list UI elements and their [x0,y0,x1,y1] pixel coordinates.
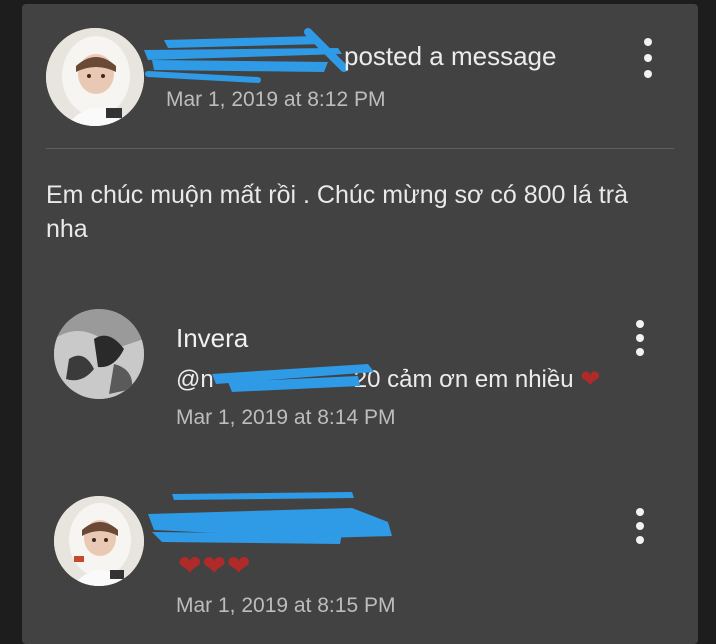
reply-author-avatar[interactable] [54,309,144,399]
reply-menu-icon[interactable] [628,508,652,550]
post-menu-icon[interactable] [636,38,660,80]
reply-timestamp: Mar 1, 2019 at 8:15 PM [176,594,396,617]
post-timestamp: Mar 1, 2019 at 8:12 PM [166,88,386,111]
reply-mention-prefix[interactable]: @n [176,366,214,393]
reply-author-avatar[interactable] [54,496,144,586]
post-action-text: posted a message [344,41,557,71]
reply-menu-icon[interactable] [628,320,652,362]
reply-message: @n 20 cảm ơn em nhiều ❤ [176,365,601,394]
redacted-author-name [148,492,392,544]
reply-mention-suffix[interactable]: 20 [354,366,381,393]
post-card: posted a message Mar 1, 2019 at 8:12 PM … [22,4,698,644]
divider [46,148,674,149]
heart-icon: ❤ [580,366,602,393]
post-author-avatar[interactable] [46,28,144,126]
reply-hearts: ❤❤❤ [178,550,252,581]
post-message: Em chúc muộn mất rồi . Chúc mừng sơ có 8… [46,181,628,243]
redacted-author-name [144,28,348,83]
reply-timestamp: Mar 1, 2019 at 8:14 PM [176,406,396,429]
reply-text: cảm ơn em nhiều [380,366,581,393]
reply-author-name[interactable]: Invera [176,323,248,354]
